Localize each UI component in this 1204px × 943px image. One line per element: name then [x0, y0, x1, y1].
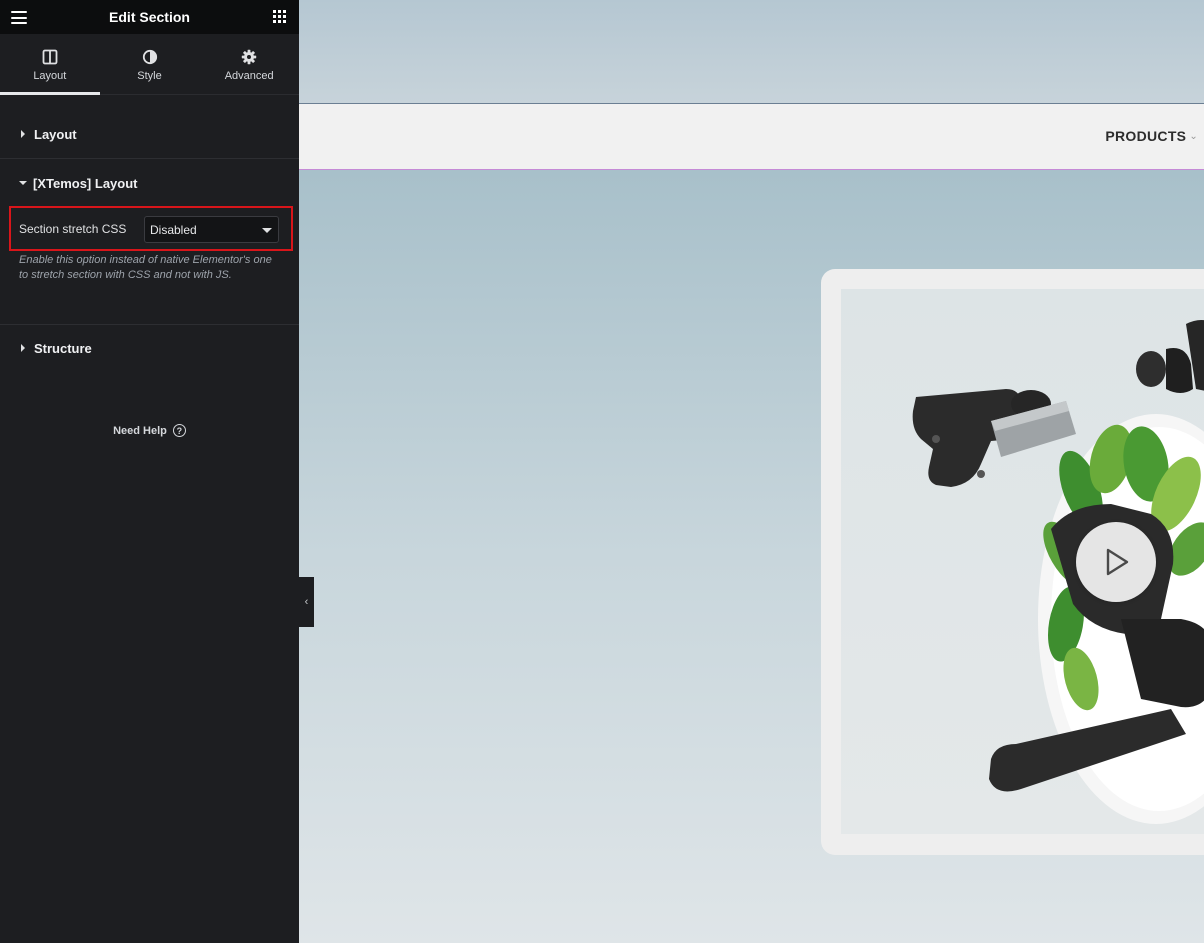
- nav-products-label: PRODUCTS: [1105, 128, 1187, 144]
- hamburger-menu-icon[interactable]: [11, 11, 27, 24]
- panel-tabs: Layout Style Advanced: [0, 34, 299, 95]
- half-circle-contrast-icon: [142, 49, 158, 65]
- section-xtemos-layout-toggle[interactable]: [XTemos] Layout: [0, 173, 299, 193]
- caret-right-icon: [21, 130, 25, 138]
- section-layout-label: Layout: [34, 126, 77, 142]
- tab-layout-label: Layout: [33, 70, 67, 82]
- play-icon: [1106, 548, 1129, 576]
- nav-products-link[interactable]: PRODUCTS ⌄: [1105, 128, 1198, 144]
- caret-right-icon: [21, 344, 25, 352]
- section-divider: [0, 158, 299, 159]
- video-play-button[interactable]: [1076, 522, 1156, 602]
- control-description: Enable this option instead of native Ele…: [19, 254, 272, 281]
- section-stretch-css-select[interactable]: Disabled: [144, 216, 279, 243]
- panel-title: Edit Section: [109, 9, 190, 25]
- section-structure-label: Structure: [34, 340, 92, 356]
- section-layout-toggle[interactable]: Layout: [0, 124, 299, 144]
- chevron-down-icon: ⌄: [1189, 130, 1198, 142]
- dropdown-caret-icon: [262, 228, 272, 233]
- hero-section: [299, 170, 1204, 943]
- tab-advanced-label: Advanced: [224, 70, 274, 82]
- caret-down-icon: [19, 181, 27, 185]
- question-circle-icon: ?: [172, 424, 186, 437]
- collapse-panel-button[interactable]: ‹: [299, 577, 314, 627]
- video-thumbnail[interactable]: [841, 289, 1204, 834]
- section-xtemos-layout-label: [XTemos] Layout: [33, 175, 138, 191]
- preview-canvas: PRODUCTS ⌄: [299, 0, 1204, 943]
- grid-apps-icon[interactable]: [273, 10, 286, 23]
- section-stretch-css-label: Section stretch CSS: [19, 222, 127, 236]
- tab-style[interactable]: Style: [100, 34, 200, 94]
- select-value: Disabled: [150, 222, 197, 237]
- video-frame: [821, 269, 1204, 855]
- section-structure-toggle[interactable]: Structure: [0, 338, 299, 358]
- layout-columns-icon: [42, 49, 58, 65]
- tab-style-label: Style: [137, 70, 162, 82]
- need-help-link[interactable]: Need Help ?: [0, 424, 299, 437]
- need-help-label: Need Help: [113, 424, 167, 437]
- chevron-left-icon: ‹: [304, 596, 309, 608]
- section-divider: [0, 324, 299, 325]
- tab-layout[interactable]: Layout: [0, 34, 100, 95]
- tab-advanced[interactable]: Advanced: [199, 34, 299, 94]
- site-navigation-bar: PRODUCTS ⌄: [299, 103, 1204, 170]
- editor-panel: Edit Section Layout Style Advanced Layou…: [0, 0, 299, 943]
- preview-top-banner: [299, 0, 1204, 103]
- gear-icon: [241, 49, 257, 65]
- panel-header: Edit Section: [0, 0, 299, 34]
